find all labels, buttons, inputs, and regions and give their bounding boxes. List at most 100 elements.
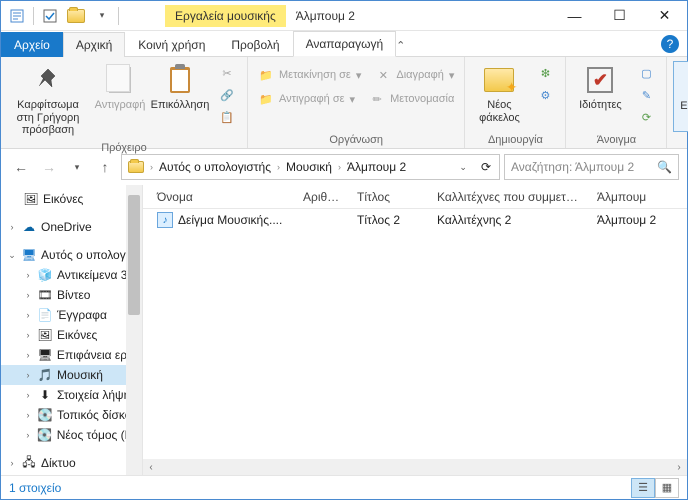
- paste-button[interactable]: Επικόλληση: [151, 61, 209, 140]
- music-icon: 🎵: [37, 367, 53, 383]
- file-list: Όνομα Αριθμ... Τίτλος Καλλιτέχνες που συ…: [143, 185, 687, 475]
- scroll-right-icon[interactable]: ›: [671, 462, 687, 473]
- shortcut-icon: 📋: [219, 109, 235, 125]
- properties-icon[interactable]: [7, 6, 27, 26]
- tree-scrollbar[interactable]: [126, 185, 142, 475]
- col-artists[interactable]: Καλλιτέχνες που συμμετέχουν: [429, 190, 589, 204]
- breadcrumb-album[interactable]: Άλμπουμ 2: [343, 160, 410, 174]
- tab-file[interactable]: Αρχείο: [1, 32, 63, 57]
- address-dropdown-icon[interactable]: ⌄: [453, 162, 473, 173]
- group-organize: 📁Μετακίνηση σε ▾ ✕Διαγραφή ▾ 📁Αντιγραφή …: [248, 57, 465, 148]
- col-title[interactable]: Τίτλος: [349, 190, 429, 204]
- file-row[interactable]: ♪ Δείγμα Μουσικής.... Τίτλος 2 Καλλιτέχνη…: [143, 209, 687, 231]
- folder-icon[interactable]: [66, 6, 86, 26]
- tree-thispc[interactable]: ⌄🖥Αυτός ο υπολογι: [1, 245, 142, 265]
- tree-pictures[interactable]: 🖼Εικόνες: [1, 189, 142, 209]
- col-album[interactable]: Άλμπουμ: [589, 190, 687, 204]
- caret-icon[interactable]: ›: [277, 162, 280, 172]
- qat-dropdown-icon[interactable]: ▾: [92, 6, 112, 26]
- minimize-button[interactable]: —: [552, 1, 597, 31]
- path-icon: 🔗: [219, 87, 235, 103]
- close-button[interactable]: ✕: [642, 1, 687, 31]
- tab-play[interactable]: Αναπαραγωγή: [293, 31, 397, 57]
- breadcrumb-music[interactable]: Μουσική: [282, 160, 336, 174]
- properties-button[interactable]: ✔ Ιδιότητες: [572, 61, 628, 132]
- move-to-button[interactable]: 📁Μετακίνηση σε ▾: [254, 65, 365, 85]
- column-headers[interactable]: Όνομα Αριθμ... Τίτλος Καλλιτέχνες που συ…: [143, 185, 687, 209]
- navigation-tree[interactable]: 🖼Εικόνες ›☁OneDrive ⌄🖥Αυτός ο υπολογι ›🧊…: [1, 185, 143, 475]
- checkbox-icon[interactable]: [40, 6, 60, 26]
- file-title: Τίτλος 2: [349, 213, 429, 227]
- paste-shortcut-button[interactable]: 📋: [215, 107, 239, 127]
- file-name: Δείγμα Μουσικής....: [178, 213, 282, 227]
- clipboard-group-label: Πρόχειρο: [7, 140, 241, 154]
- rename-icon: ✏: [369, 91, 385, 107]
- tree-documents[interactable]: ›📄Έγγραφα: [1, 305, 142, 325]
- up-button[interactable]: ↑: [93, 155, 117, 179]
- title-bar: ▾ Εργαλεία μουσικής Άλμπουμ 2 — ☐ ✕: [1, 1, 687, 31]
- new-folder-button[interactable]: Νέος φάκελος: [471, 61, 527, 132]
- pin-quick-access-button[interactable]: Καρφίτσωμα στη Γρήγορη πρόσβαση: [7, 61, 89, 140]
- ribbon-tabs: Αρχείο Αρχική Κοινή χρήση Προβολή Αναπαρ…: [1, 31, 687, 57]
- col-name[interactable]: Όνομα: [149, 190, 295, 204]
- tree-music[interactable]: ›🎵Μουσική: [1, 365, 142, 385]
- separator: [33, 7, 34, 25]
- search-box[interactable]: Αναζήτηση: Άλμπουμ 2 🔍: [504, 154, 679, 180]
- select-button[interactable]: Επιλογή: [673, 61, 688, 132]
- status-bar: 1 στοιχείο ☰ ▦: [1, 475, 687, 499]
- group-select: Επιλογή: [667, 57, 688, 148]
- caret-icon[interactable]: ›: [338, 162, 341, 172]
- tree-scroll-thumb[interactable]: [128, 195, 140, 315]
- tree-newvol[interactable]: ›💽Νέος τόμος (E:): [1, 425, 142, 445]
- open-small-buttons: ▢ ✎ ⟳: [632, 61, 660, 132]
- easy-access-button[interactable]: ⚙: [533, 85, 557, 105]
- recent-dropdown[interactable]: ▾: [65, 155, 89, 179]
- caret-icon[interactable]: ›: [150, 162, 153, 172]
- tab-view[interactable]: Προβολή: [218, 32, 292, 57]
- copy-path-button[interactable]: 🔗: [215, 85, 239, 105]
- col-number[interactable]: Αριθμ...: [295, 190, 349, 204]
- group-new: Νέος φάκελος ❇ ⚙ Δημιουργία: [465, 57, 566, 148]
- tab-share[interactable]: Κοινή χρήση: [125, 32, 218, 57]
- search-icon: 🔍: [657, 160, 672, 174]
- collapse-ribbon-icon[interactable]: ⌃: [396, 39, 405, 52]
- tree-downloads[interactable]: ›⬇Στοιχεία λήψης: [1, 385, 142, 405]
- delete-button[interactable]: ✕Διαγραφή ▾: [371, 65, 458, 85]
- new-item-button[interactable]: ❇: [533, 63, 557, 83]
- tree-3dobjects[interactable]: ›🧊Αντικείμενα 3D: [1, 265, 142, 285]
- maximize-button[interactable]: ☐: [597, 1, 642, 31]
- edit-button[interactable]: ✎: [634, 85, 658, 105]
- file-artist: Καλλιτέχνης 2: [429, 213, 589, 227]
- cut-icon: ✂: [219, 65, 235, 81]
- open-button[interactable]: ▢: [634, 63, 658, 83]
- documents-icon: 📄: [37, 307, 53, 323]
- tree-localdisk[interactable]: ›💽Τοπικός δίσκος: [1, 405, 142, 425]
- refresh-icon[interactable]: ⟳: [475, 160, 497, 174]
- back-button[interactable]: ←: [9, 155, 33, 179]
- horizontal-scrollbar[interactable]: ‹ ›: [143, 459, 687, 475]
- cut-button[interactable]: ✂: [215, 63, 239, 83]
- tree-pictures2[interactable]: ›🖼Εικόνες: [1, 325, 142, 345]
- music-file-icon: ♪: [157, 212, 173, 228]
- history-button[interactable]: ⟳: [634, 107, 658, 127]
- tree-desktop[interactable]: ›🖥Επιφάνεια εργα: [1, 345, 142, 365]
- tree-onedrive[interactable]: ›☁OneDrive: [1, 217, 142, 237]
- copy-button[interactable]: Αντιγραφή: [93, 61, 147, 140]
- scroll-left-icon[interactable]: ‹: [143, 462, 159, 473]
- help-icon[interactable]: ?: [661, 35, 679, 53]
- copy-to-button[interactable]: 📁Αντιγραφή σε ▾: [254, 89, 359, 109]
- forward-button[interactable]: →: [37, 155, 61, 179]
- rename-button[interactable]: ✏Μετονομασία: [365, 89, 458, 109]
- objects3d-icon: 🧊: [37, 267, 53, 283]
- tree-network[interactable]: ›🖧Δίκτυο: [1, 453, 142, 473]
- tree-videos[interactable]: ›🎞Βίντεο: [1, 285, 142, 305]
- group-open: ✔ Ιδιότητες ▢ ✎ ⟳ Άνοιγμα: [566, 57, 667, 148]
- thumbnails-view-button[interactable]: ▦: [655, 478, 679, 498]
- address-bar[interactable]: › Αυτός ο υπολογιστής › Μουσική › Άλμπου…: [121, 154, 500, 180]
- separator: [118, 7, 119, 25]
- properties-icon: ✔: [587, 64, 613, 96]
- breadcrumb-thispc[interactable]: Αυτός ο υπολογιστής: [155, 160, 275, 174]
- pictures-icon: 🖼: [37, 327, 53, 343]
- tab-home[interactable]: Αρχική: [63, 32, 125, 57]
- details-view-button[interactable]: ☰: [631, 478, 655, 498]
